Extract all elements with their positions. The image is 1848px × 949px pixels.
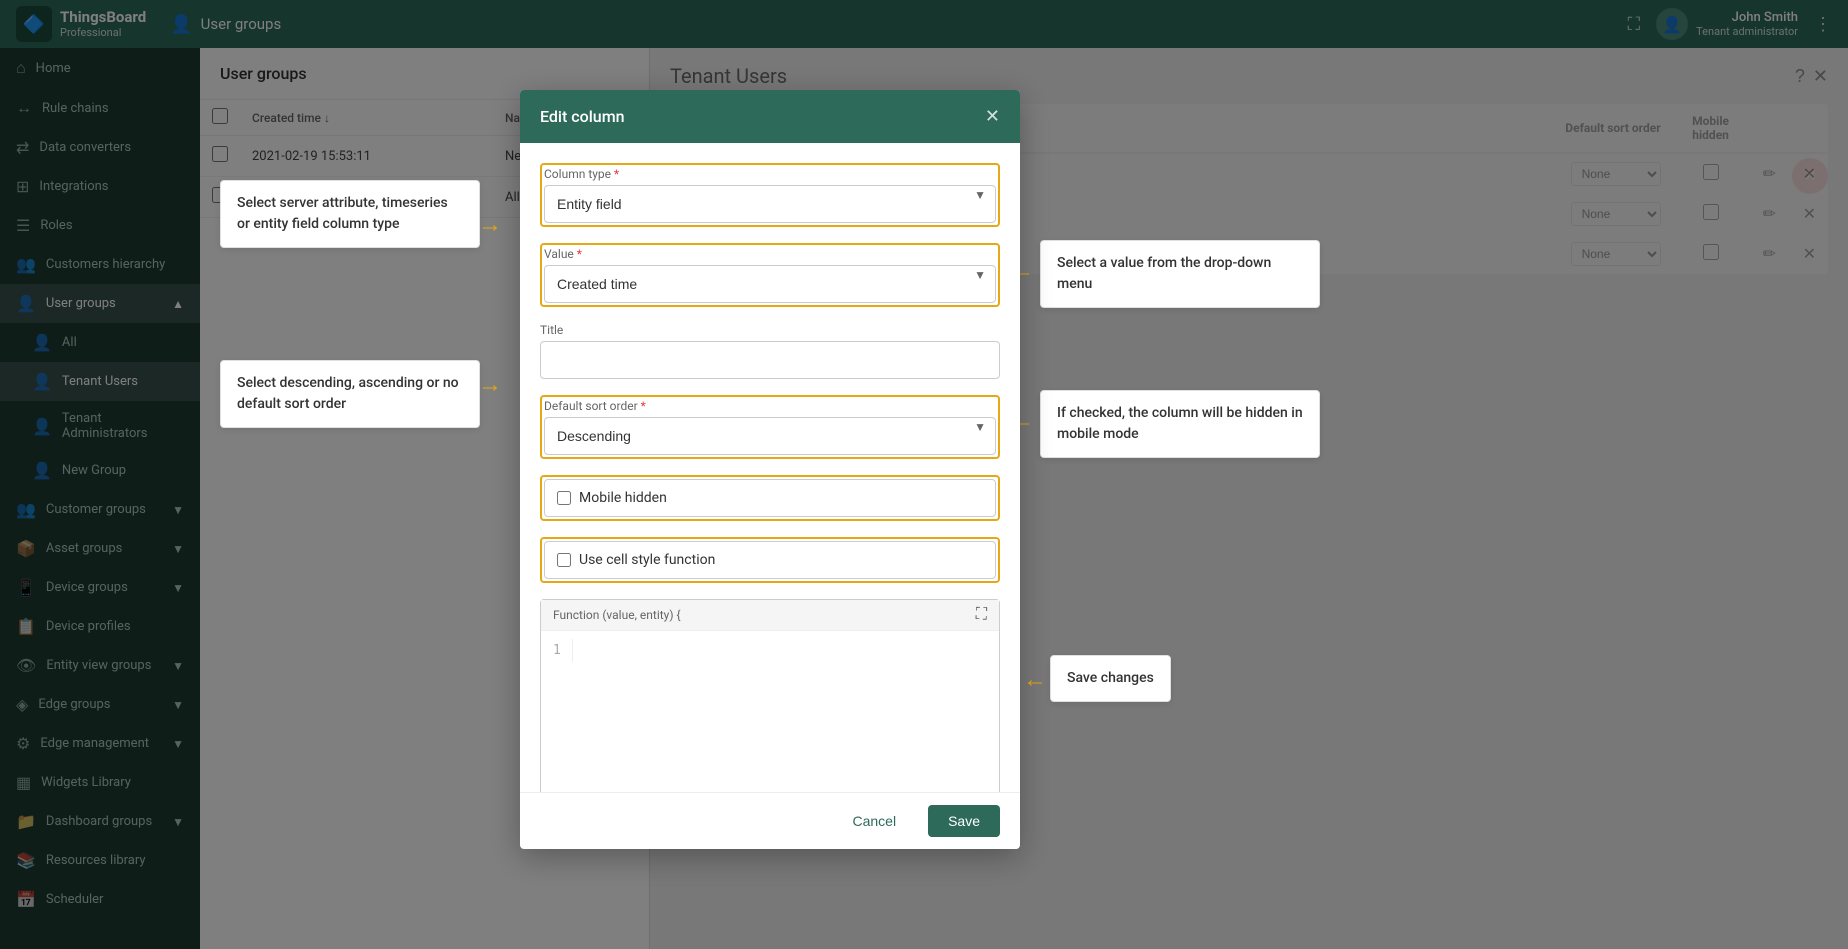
tooltip-value: Select a value from the drop-down menu	[1040, 240, 1320, 308]
mobile-hidden-label: Mobile hidden	[579, 490, 667, 506]
column-type-field: Column type * Entity field Server attrib…	[540, 163, 1000, 227]
value-select[interactable]: Created time Name ID	[544, 265, 996, 303]
value-field: Value * Created time Name ID ▼	[540, 243, 1000, 307]
tooltip-column-type-arrow: →	[478, 210, 502, 239]
cancel-button[interactable]: Cancel	[832, 805, 916, 837]
tooltip-sort-order: Select descending, ascending or no defau…	[220, 360, 480, 428]
code-editor-area: Function (value, entity) { ⛶ 1	[540, 599, 1000, 792]
code-header: Function (value, entity) { ⛶	[541, 600, 999, 631]
tooltip-mobile-hidden: If checked, the column will be hidden in…	[1040, 390, 1320, 458]
dialog-overlay: Select server attribute, timeseries or e…	[0, 0, 1848, 949]
cell-style-field: Use cell style function	[540, 537, 1000, 583]
expand-code-button[interactable]: ⛶	[976, 606, 987, 624]
cell-style-checkbox[interactable]	[557, 553, 571, 567]
dialog-footer: Cancel Save	[520, 792, 1020, 849]
tooltip-save: Save changes	[1050, 655, 1171, 702]
mobile-hidden-checkbox-row[interactable]: Mobile hidden	[544, 479, 996, 517]
cell-style-checkbox-row[interactable]: Use cell style function	[544, 541, 996, 579]
column-type-select[interactable]: Entity field Server attribute Timeseries	[544, 185, 996, 223]
title-input[interactable]	[540, 341, 1000, 379]
dialog-body: Column type * Entity field Server attrib…	[520, 143, 1020, 792]
edit-column-dialog: Edit column ✕ Column type * Entity field…	[520, 90, 1020, 849]
tooltip-save-arrow: ←	[1023, 665, 1047, 694]
function-code-input[interactable]	[573, 639, 999, 792]
cell-style-label: Use cell style function	[579, 552, 715, 568]
dialog-header: Edit column ✕	[520, 90, 1020, 143]
dialog-close-button[interactable]: ✕	[985, 106, 1000, 127]
tooltip-sort-order-arrow: →	[478, 370, 502, 399]
save-button[interactable]: Save	[928, 805, 1000, 837]
mobile-hidden-checkbox[interactable]	[557, 491, 571, 505]
sort-order-select[interactable]: Descending Ascending None	[544, 417, 996, 455]
function-field: Function (value, entity) { ⛶ 1	[540, 599, 1000, 792]
tooltip-column-type: Select server attribute, timeseries or e…	[220, 180, 480, 248]
sort-order-field: Default sort order * Descending Ascendin…	[540, 395, 1000, 459]
title-field: Title	[540, 323, 1000, 379]
mobile-hidden-field: Mobile hidden	[540, 475, 1000, 521]
line-number: 1	[541, 639, 573, 662]
